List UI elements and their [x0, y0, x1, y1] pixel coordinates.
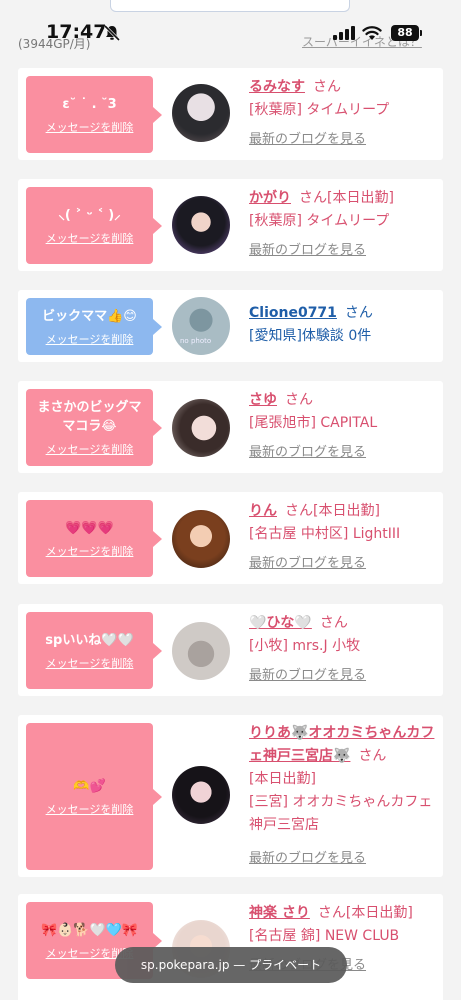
girl-name-link[interactable]: りん: [249, 503, 277, 519]
girl-name-link[interactable]: りりあ🐺オオカミちゃんカフェ神戸三宮店🐺: [249, 725, 434, 764]
wifi-icon: [362, 26, 382, 40]
girl-name-link[interactable]: かがり: [249, 190, 291, 206]
message-card: 💗💗💗 メッセージを削除 りん さん[本日出勤] [名古屋 中村区] LightI…: [18, 492, 443, 584]
message-card: ε˘ ˙ . ˘3 メッセージを削除 るみなす さん [秋葉原] タイムリープ 最…: [18, 68, 443, 160]
search-box-edge: [110, 0, 350, 12]
message-text: 🫶💕: [73, 778, 106, 794]
message-text: まさかのビッグママコラ😂: [37, 400, 142, 434]
message-bubble: 🫶💕 メッセージを削除: [26, 723, 162, 870]
latest-blog-link[interactable]: 最新のブログを見る: [249, 847, 439, 866]
message-card: ビックママ👍😊 メッセージを削除 no photo Clione0771 さん […: [18, 290, 443, 362]
no-photo-label: no photo: [180, 337, 212, 345]
latest-blog-link[interactable]: 最新のブログを見る: [249, 552, 439, 571]
honorific: さん: [285, 392, 313, 408]
message-text: ⸜( ˃ ᵕ ˂ )⸝: [58, 207, 121, 223]
latest-blog-link[interactable]: 最新のブログを見る: [249, 441, 439, 460]
status-bar: (3944GP/月) スーパーイイネとは？ 17:47 88: [0, 0, 461, 64]
profile-info: りりあ🐺オオカミちゃんカフェ神戸三宮店🐺 さん [本日出勤] [三宮] オオカミち…: [249, 722, 439, 866]
shop-name: [小牧] mrs.J 小牧: [249, 638, 361, 654]
user-name-link[interactable]: Clione0771: [249, 305, 337, 321]
girl-name-link[interactable]: 🤍ひな🤍: [249, 615, 312, 631]
profile-info: かがり さん[本日出勤] [秋葉原] タイムリープ 最新のブログを見る: [249, 187, 439, 258]
profile-info: 🤍ひな🤍 さん [小牧] mrs.J 小牧 最新のブログを見る: [249, 612, 439, 683]
avatar[interactable]: [172, 196, 230, 254]
avatar[interactable]: [172, 622, 230, 680]
message-card: spいいね🤍🤍 メッセージを削除 🤍ひな🤍 さん [小牧] mrs.J 小牧 最新…: [18, 604, 443, 696]
profile-info: りん さん[本日出勤] [名古屋 中村区] LightIII 最新のブログを見る: [249, 500, 439, 571]
no-photo-avatar[interactable]: no photo: [172, 297, 230, 355]
review-count: [愛知県]体験談 0件: [249, 328, 372, 344]
honorific: さん: [299, 190, 327, 206]
profile-info: Clione0771 さん [愛知県]体験談 0件: [249, 302, 439, 348]
shop-name: [秋葉原] タイムリープ: [249, 213, 390, 229]
message-card: ⸜( ˃ ᵕ ˂ )⸝ メッセージを削除 かがり さん[本日出勤] [秋葉原] タ…: [18, 179, 443, 271]
delete-message-link[interactable]: メッセージを削除: [46, 441, 134, 457]
attendance-tag: [本日出勤]: [327, 190, 394, 206]
honorific: さん: [317, 905, 346, 921]
address-bar[interactable]: sp.pokepara.jp — プライベート: [115, 947, 347, 983]
shop-name: [秋葉原] タイムリープ: [249, 102, 390, 118]
message-bubble: ⸜( ˃ ᵕ ˂ )⸝ メッセージを削除: [26, 187, 162, 264]
attendance-tag: [本日出勤]: [345, 905, 413, 921]
message-bubble: spいいね🤍🤍 メッセージを削除: [26, 612, 162, 689]
honorific: さん: [344, 305, 373, 321]
message-text: 🎀👶🏻🐕🤍🩵🎀: [40, 922, 139, 938]
latest-blog-link[interactable]: 最新のブログを見る: [249, 239, 439, 258]
delete-message-link[interactable]: メッセージを削除: [46, 655, 134, 671]
avatar[interactable]: [172, 399, 230, 457]
message-text: 💗💗💗: [65, 520, 114, 536]
shop-name: [名古屋 中村区] LightIII: [249, 526, 401, 542]
message-bubble: 💗💗💗 メッセージを削除: [26, 500, 162, 577]
avatar[interactable]: [172, 510, 230, 568]
honorific: さん: [313, 79, 341, 95]
message-text: ビックママ👍😊: [42, 308, 137, 324]
delete-message-link[interactable]: メッセージを削除: [46, 119, 134, 135]
latest-blog-link[interactable]: 最新のブログを見る: [249, 128, 439, 147]
shop-name: [名古屋 錦] NEW CLUB: [249, 928, 400, 944]
shop-name: [三宮] オオカミちゃんカフェ神戸三宮店: [249, 794, 433, 833]
shop-name: [尾張旭市] CAPITAL: [249, 415, 378, 431]
honorific: さん: [285, 503, 313, 519]
avatar[interactable]: [172, 84, 230, 142]
girl-name-link[interactable]: るみなす: [249, 79, 305, 95]
delete-message-link[interactable]: メッセージを削除: [46, 331, 134, 347]
message-card: 🫶💕 メッセージを削除 りりあ🐺オオカミちゃんカフェ神戸三宮店🐺 さん [本日出勤…: [18, 715, 443, 877]
honorific: さん: [319, 615, 348, 631]
attendance-tag: [本日出勤]: [313, 503, 380, 519]
message-card: まさかのビッグママコラ😂 メッセージを削除 さゆ さん [尾張旭市] CAPITA…: [18, 381, 443, 473]
delete-message-link[interactable]: メッセージを削除: [46, 801, 134, 817]
girl-name-link[interactable]: 神楽 さり: [249, 905, 310, 921]
girl-name-link[interactable]: さゆ: [249, 392, 277, 408]
avatar[interactable]: [172, 766, 230, 824]
clock: 17:47: [46, 21, 107, 43]
cellular-signal-icon: [333, 26, 355, 40]
battery-indicator: 88: [391, 25, 422, 41]
message-bubble: まさかのビッグママコラ😂 メッセージを削除: [26, 389, 162, 466]
attendance-tag: [本日出勤]: [249, 771, 316, 787]
message-text: spいいね🤍🤍: [45, 632, 134, 648]
delete-message-link[interactable]: メッセージを削除: [46, 230, 134, 246]
message-text: ε˘ ˙ . ˘3: [62, 96, 117, 112]
message-bubble: ビックママ👍😊 メッセージを削除: [26, 298, 162, 355]
latest-blog-link[interactable]: 最新のブログを見る: [249, 664, 439, 683]
message-bubble: ε˘ ˙ . ˘3 メッセージを削除: [26, 76, 162, 153]
delete-message-link[interactable]: メッセージを削除: [46, 543, 134, 559]
profile-info: さゆ さん [尾張旭市] CAPITAL 最新のブログを見る: [249, 389, 439, 460]
bell-slash-icon: [103, 24, 121, 42]
profile-info: るみなす さん [秋葉原] タイムリープ 最新のブログを見る: [249, 76, 439, 147]
honorific: さん: [358, 748, 387, 764]
